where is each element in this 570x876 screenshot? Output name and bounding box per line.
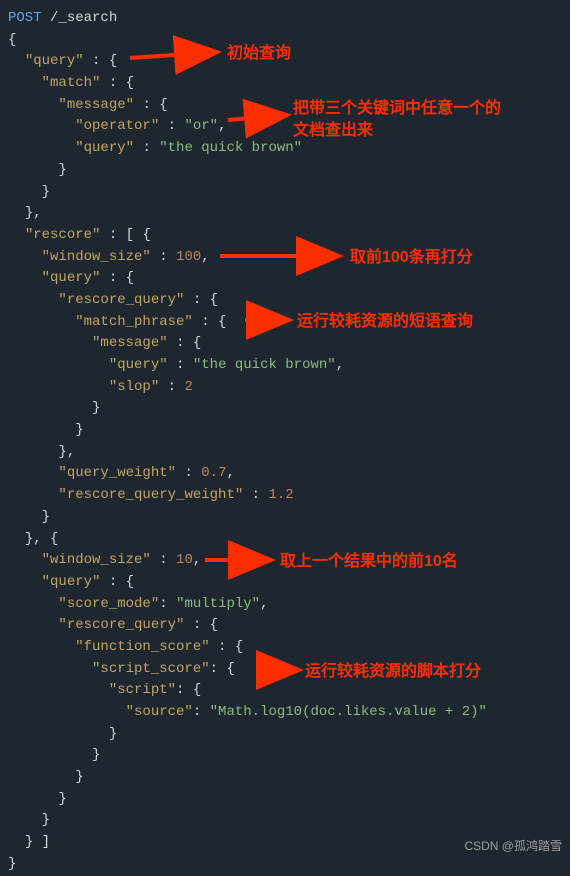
watermark: CSDN @孤鸿踏雪 bbox=[464, 837, 562, 856]
http-path: /_search bbox=[50, 10, 117, 26]
http-method: POST bbox=[8, 10, 42, 26]
code-block: POST /_search { "query" : { "match" : { … bbox=[8, 8, 562, 876]
